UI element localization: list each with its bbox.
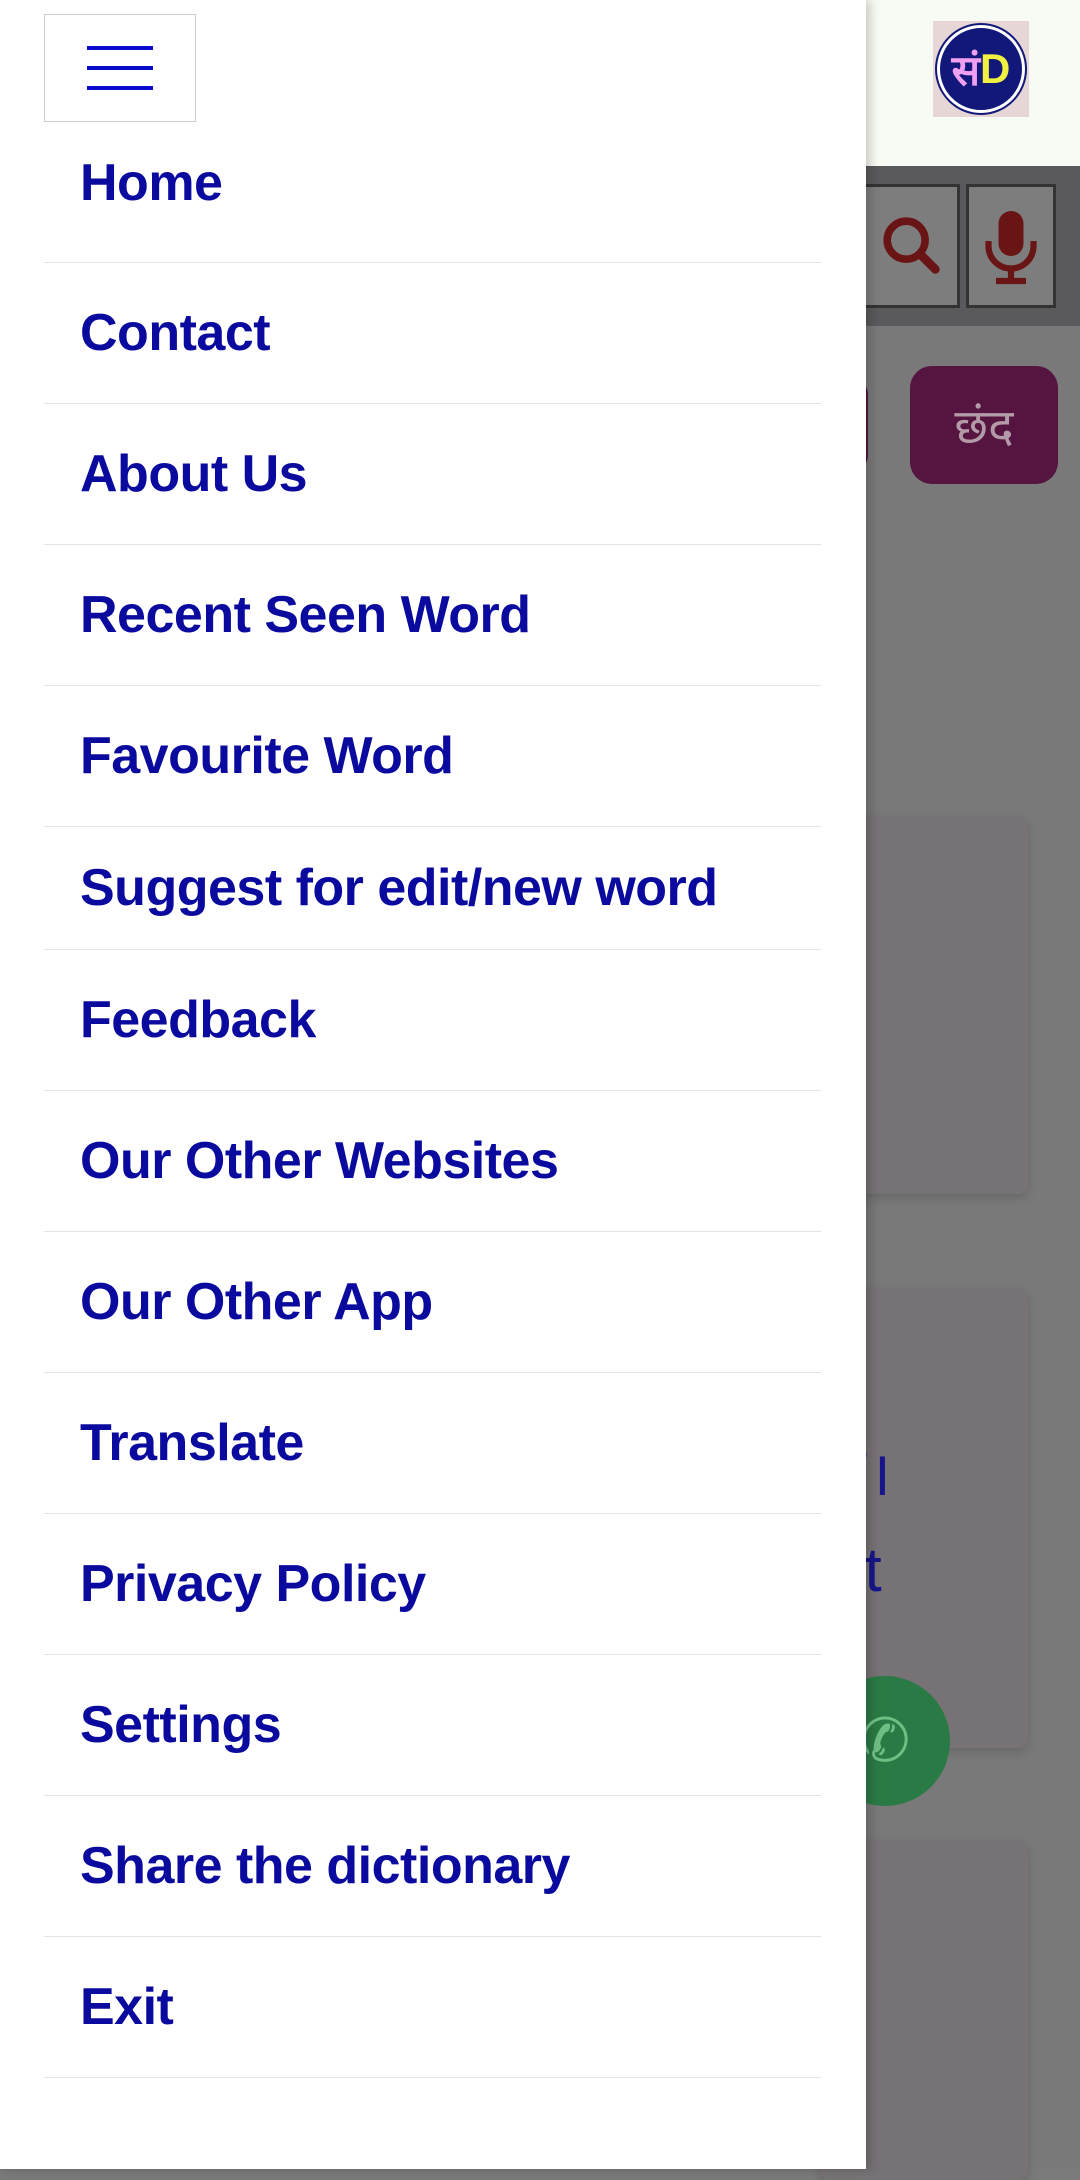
drawer-menu: Home Contact About Us Recent Seen Word F… (44, 122, 821, 2078)
chhand-chip[interactable]: छंद (910, 366, 1058, 484)
menu-item-feedback[interactable]: Feedback (44, 950, 821, 1091)
hamburger-icon-line (87, 86, 153, 90)
menu-item-other-websites[interactable]: Our Other Websites (44, 1091, 821, 1232)
menu-toggle-button[interactable] (44, 14, 196, 122)
microphone-icon (985, 211, 1037, 285)
menu-item-recent-seen-word[interactable]: Recent Seen Word (44, 545, 821, 686)
menu-item-favourite-word[interactable]: Favourite Word (44, 686, 821, 827)
menu-item-settings[interactable]: Settings (44, 1655, 821, 1796)
navigation-drawer: Home Contact About Us Recent Seen Word F… (0, 0, 866, 2169)
whatsapp-icon: ✆ (859, 1707, 911, 1774)
search-icon (882, 217, 940, 274)
menu-item-privacy-policy[interactable]: Privacy Policy (44, 1514, 821, 1655)
menu-item-share[interactable]: Share the dictionary (44, 1796, 821, 1937)
menu-item-exit[interactable]: Exit (44, 1937, 821, 2078)
hamburger-icon-line (87, 66, 153, 70)
search-button[interactable] (866, 184, 960, 308)
mic-button[interactable] (966, 184, 1056, 308)
menu-item-translate[interactable]: Translate (44, 1373, 821, 1514)
hamburger-icon (87, 46, 153, 50)
app-logo: सं D (933, 21, 1029, 117)
menu-item-contact[interactable]: Contact (44, 263, 821, 404)
menu-item-about-us[interactable]: About Us (44, 404, 821, 545)
menu-item-home[interactable]: Home (44, 122, 821, 263)
menu-item-suggest-word[interactable]: Suggest for edit/new word (44, 827, 744, 951)
menu-item-other-app[interactable]: Our Other App (44, 1232, 821, 1373)
